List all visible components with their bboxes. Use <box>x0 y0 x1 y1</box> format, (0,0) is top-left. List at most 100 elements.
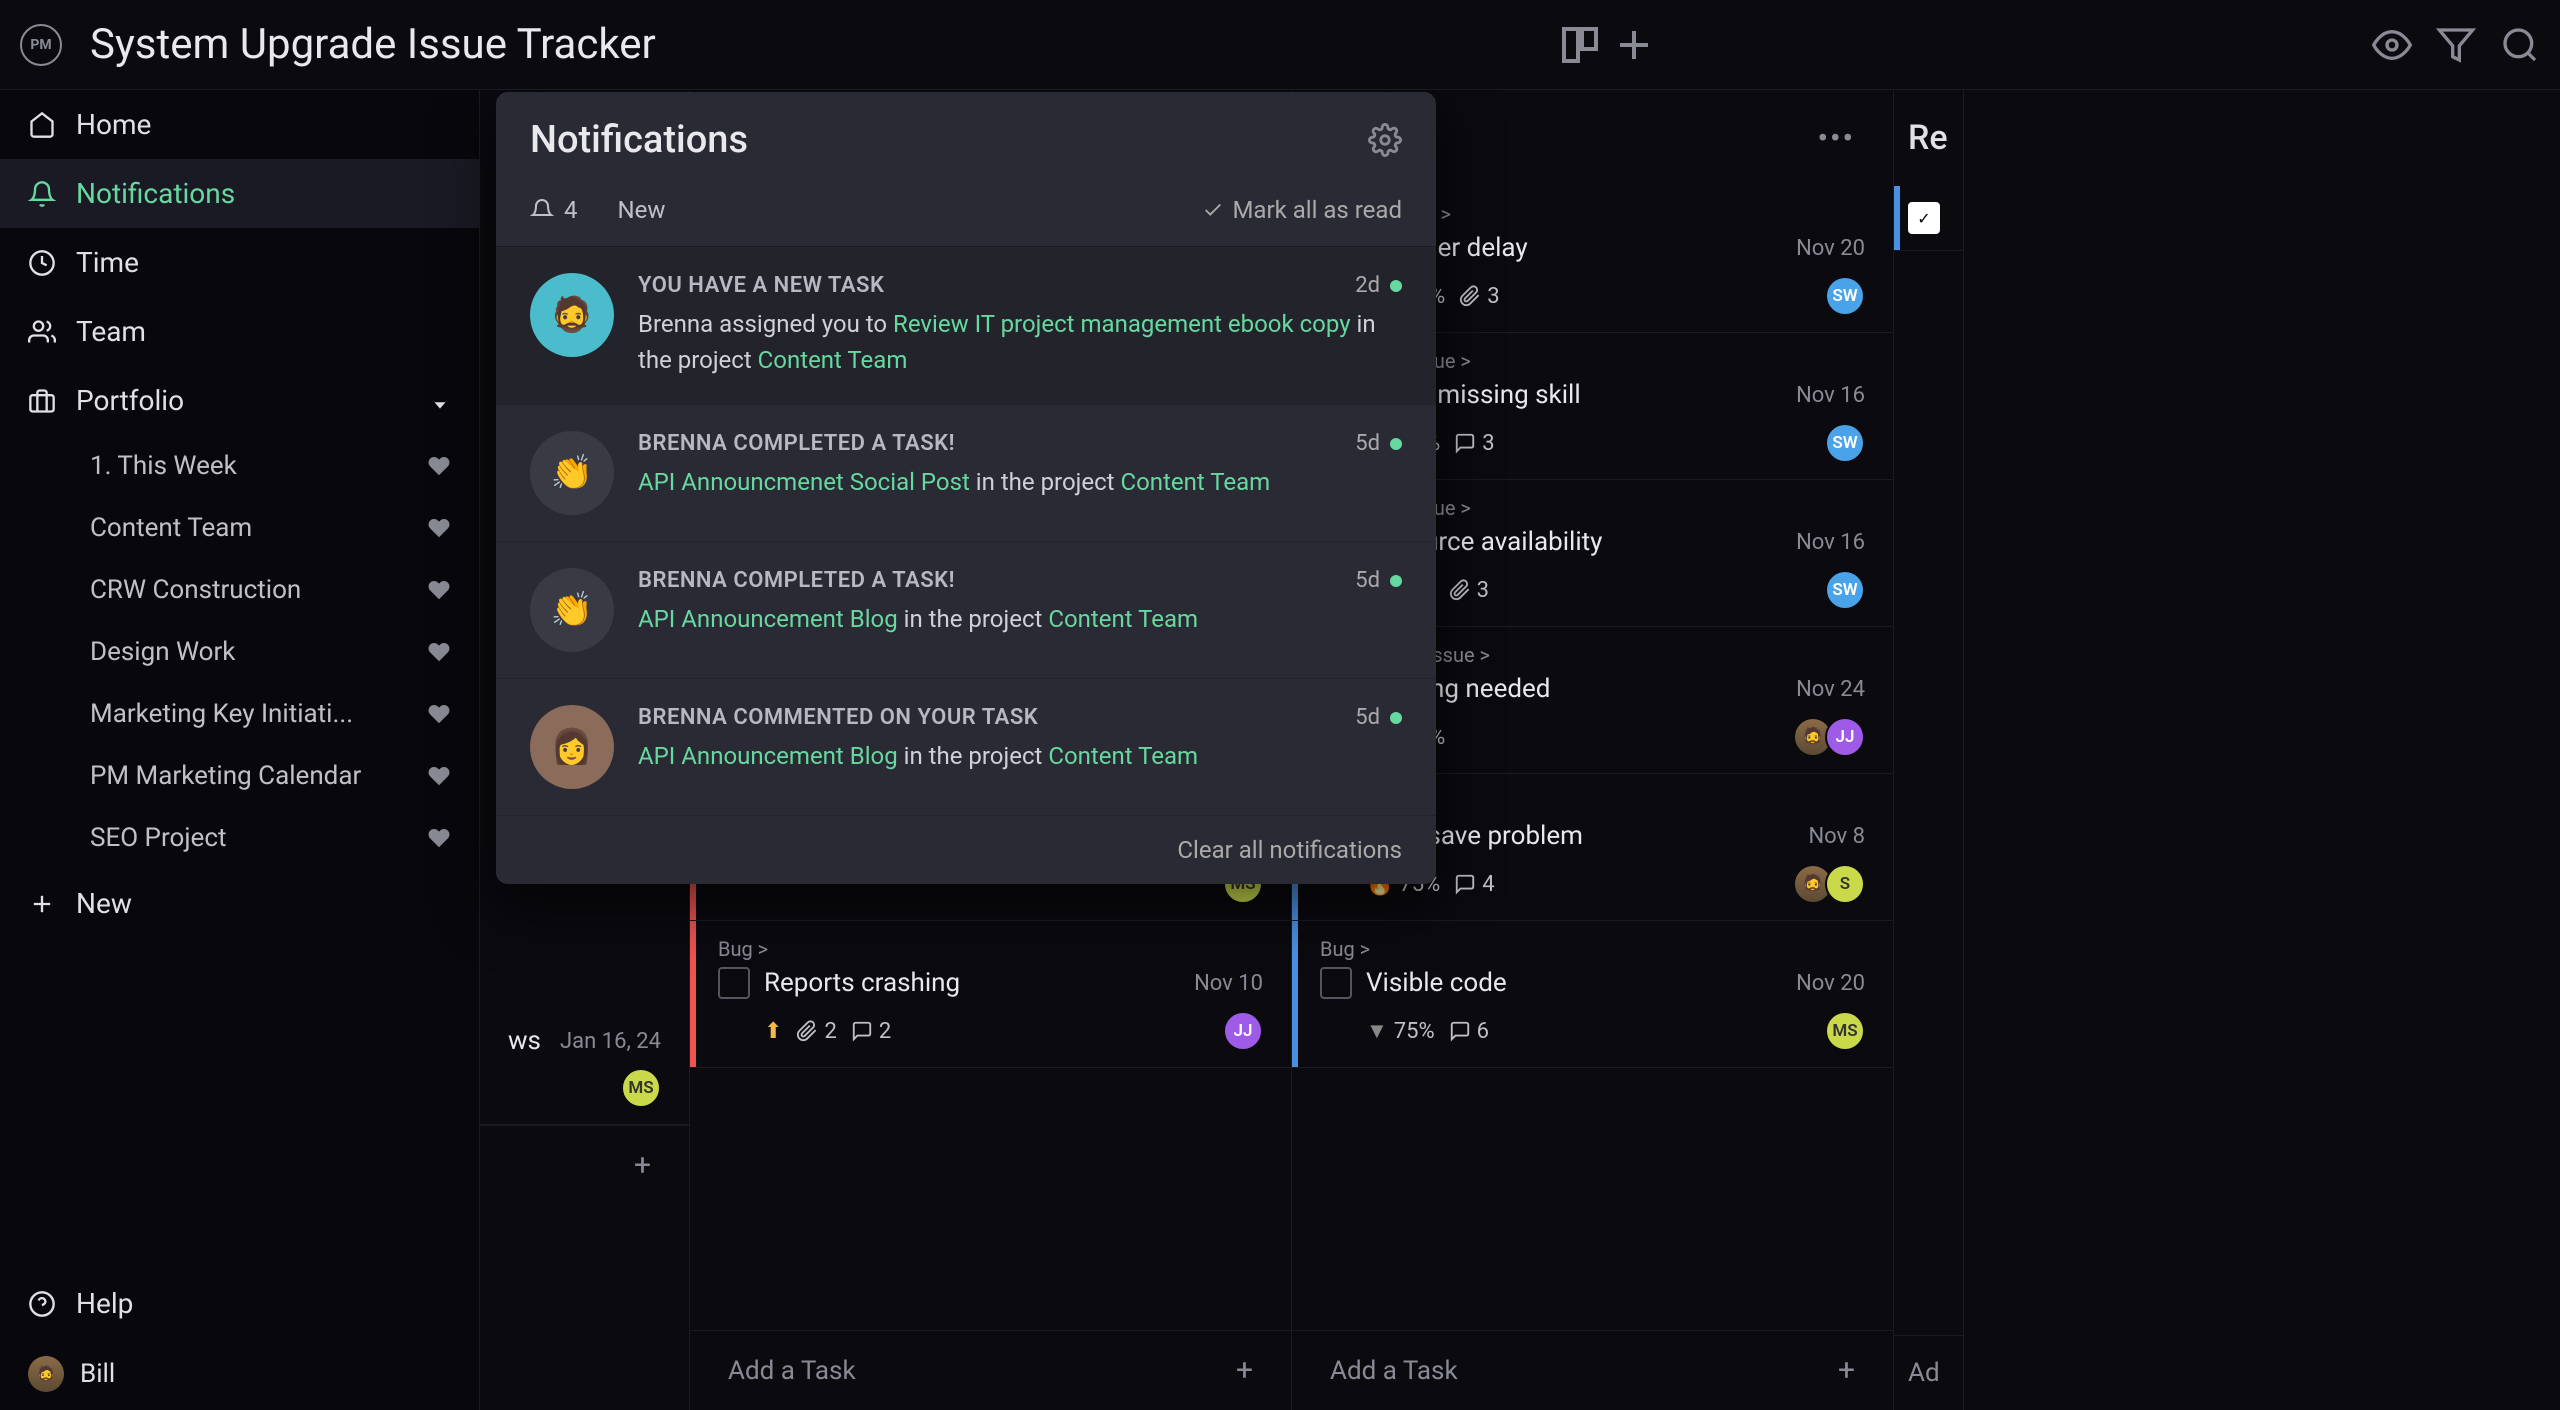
task-card[interactable]: Bug > Reports crashing Nov 10 ⬆ 2 2JJ <box>690 921 1291 1068</box>
nav-portfolio[interactable]: Portfolio <box>0 366 479 435</box>
project-label: Content Team <box>90 513 252 543</box>
notification-item[interactable]: 👏 BRENNA COMPLETED A TASK! 5d API Announcme… <box>496 405 1436 542</box>
project-label: 1. This Week <box>90 451 237 481</box>
nav-team[interactable]: Team <box>0 297 479 366</box>
add-tab-icon[interactable] <box>1610 21 1658 69</box>
board-column-partial: Re ✓ Ad <box>1894 90 1964 1410</box>
project-label: PM Marketing Calendar <box>90 761 361 791</box>
nav-time[interactable]: Time <box>0 228 479 297</box>
notification-item[interactable]: 👩BRENNA COMMENTED ON YOUR TASK5dAPI Anno… <box>496 679 1436 816</box>
heart-icon[interactable] <box>427 702 451 726</box>
card-date: Jan 16, 24 <box>560 1029 661 1054</box>
project-link[interactable]: Content Team <box>1048 605 1198 633</box>
sidebar-project-item[interactable]: SEO Project <box>0 807 479 869</box>
column-title-fragment: Re <box>1908 118 1948 158</box>
add-task-label: Add a Task <box>728 1356 856 1386</box>
add-task[interactable]: + <box>480 1125 689 1205</box>
add-task[interactable]: Add a Task + <box>690 1330 1291 1410</box>
project-label: Marketing Key Initiati... <box>90 699 353 729</box>
notification-type: BRENNA COMPLETED A TASK! <box>638 431 955 456</box>
sidebar-project-item[interactable]: 1. This Week <box>0 435 479 497</box>
sidebar-project-item[interactable]: CRW Construction <box>0 559 479 621</box>
nav-home[interactable]: Home <box>0 90 479 159</box>
notification-text: Brenna assigned you to Review IT project… <box>638 306 1402 378</box>
home-icon <box>28 111 56 139</box>
plus-icon: + <box>1236 1353 1253 1388</box>
card-date: Nov 8 <box>1808 824 1865 849</box>
nav-notifications[interactable]: Notifications <box>0 159 479 228</box>
filter-icon[interactable] <box>2436 25 2476 65</box>
notification-type: BRENNA COMMENTED ON YOUR TASK <box>638 705 1038 730</box>
meta-comment: 3 <box>1454 431 1494 456</box>
project-link[interactable]: Content Team <box>1048 742 1198 770</box>
heart-icon[interactable] <box>427 764 451 788</box>
card-title: Reports crashing <box>764 968 1180 998</box>
sidebar-project-item[interactable]: Marketing Key Initiati... <box>0 683 479 745</box>
add-task-label: Add a Task <box>1330 1356 1458 1386</box>
task-checkbox[interactable] <box>1320 967 1352 999</box>
user-name: Bill <box>80 1359 115 1389</box>
task-link[interactable]: API Announcement Blog <box>638 742 898 770</box>
nav-help[interactable]: Help <box>0 1269 479 1338</box>
add-task[interactable]: Add a Task+ <box>1292 1330 1893 1410</box>
eye-icon[interactable] <box>2372 25 2412 65</box>
avatar: S <box>1825 864 1865 904</box>
topbar: PM System Upgrade Issue Tracker <box>0 0 2560 90</box>
sidebar-project-item[interactable]: Content Team <box>0 497 479 559</box>
card-breadcrumb: Bug > <box>1320 937 1865 961</box>
avatar: MS <box>621 1068 661 1108</box>
app-logo[interactable]: PM <box>20 24 62 66</box>
clap-icon: 👏 <box>530 568 614 652</box>
notification-time: 5d <box>1355 705 1402 730</box>
notification-time: 5d <box>1355 431 1402 456</box>
notification-text: API Announcement Blog in the project Con… <box>638 738 1402 774</box>
meta-down-gray: ▼ 75% <box>1366 1018 1435 1044</box>
project-link[interactable]: Content Team <box>758 346 908 374</box>
project-label: SEO Project <box>90 823 226 853</box>
current-user[interactable]: 🧔 Bill <box>0 1338 479 1410</box>
card-date: Nov 10 <box>1194 971 1263 996</box>
nav-label: Notifications <box>76 177 235 210</box>
briefcase-icon <box>28 387 56 415</box>
task-card[interactable]: Bug > Visible code Nov 20 ▼ 75% 6MS <box>1292 921 1893 1068</box>
task-checkbox[interactable] <box>718 967 750 999</box>
sidebar: Home Notifications Time Team Portfolio 1… <box>0 90 480 1410</box>
heart-icon[interactable] <box>427 640 451 664</box>
heart-icon[interactable] <box>427 826 451 850</box>
gear-icon[interactable] <box>1368 123 1402 157</box>
nav-label: Help <box>76 1287 133 1320</box>
column-menu-icon[interactable]: ••• <box>1818 121 1855 156</box>
avatar: JJ <box>1223 1011 1263 1051</box>
clap-icon: 👏 <box>530 431 614 515</box>
task-link[interactable]: API Announcmenet Social Post <box>638 468 970 496</box>
project-link[interactable]: Content Team <box>1120 468 1270 496</box>
task-link[interactable]: API Announcement Blog <box>638 605 898 633</box>
sidebar-project-item[interactable]: Design Work <box>0 621 479 683</box>
notification-item[interactable]: 👏BRENNA COMPLETED A TASK!5dAPI Announcem… <box>496 542 1436 679</box>
heart-icon[interactable] <box>427 578 451 602</box>
unread-dot <box>1390 575 1402 587</box>
heart-icon[interactable] <box>427 516 451 540</box>
card-date: Nov 24 <box>1796 677 1865 702</box>
nav-label: New <box>76 887 132 920</box>
task-link[interactable]: Review IT project management ebook copy <box>893 310 1351 338</box>
mark-all-read[interactable]: Mark all as read <box>1202 196 1402 224</box>
tab-board-icon[interactable] <box>1556 21 1604 69</box>
meta-comment: 4 <box>1454 872 1494 897</box>
new-filter[interactable]: New <box>618 196 666 224</box>
task-checkbox[interactable]: ✓ <box>1908 202 1940 234</box>
task-card[interactable]: ws Jan 16, 24 MS <box>480 1010 689 1125</box>
notification-item[interactable]: 🧔YOU HAVE A NEW TASK2dBrenna assigned yo… <box>496 247 1436 405</box>
avatar: JJ <box>1825 717 1865 757</box>
meta-up: ⬆ <box>764 1019 782 1044</box>
project-label: Design Work <box>90 637 236 667</box>
user-avatar: 🧔 <box>28 1356 64 1392</box>
heart-icon[interactable] <box>427 454 451 478</box>
nav-new[interactable]: New <box>0 869 479 938</box>
card-date: Nov 20 <box>1796 236 1865 261</box>
avatar: SW <box>1825 276 1865 316</box>
sidebar-project-item[interactable]: PM Marketing Calendar <box>0 745 479 807</box>
clear-all-notifications[interactable]: Clear all notifications <box>496 816 1436 884</box>
notification-type: YOU HAVE A NEW TASK <box>638 273 884 298</box>
search-icon[interactable] <box>2500 25 2540 65</box>
